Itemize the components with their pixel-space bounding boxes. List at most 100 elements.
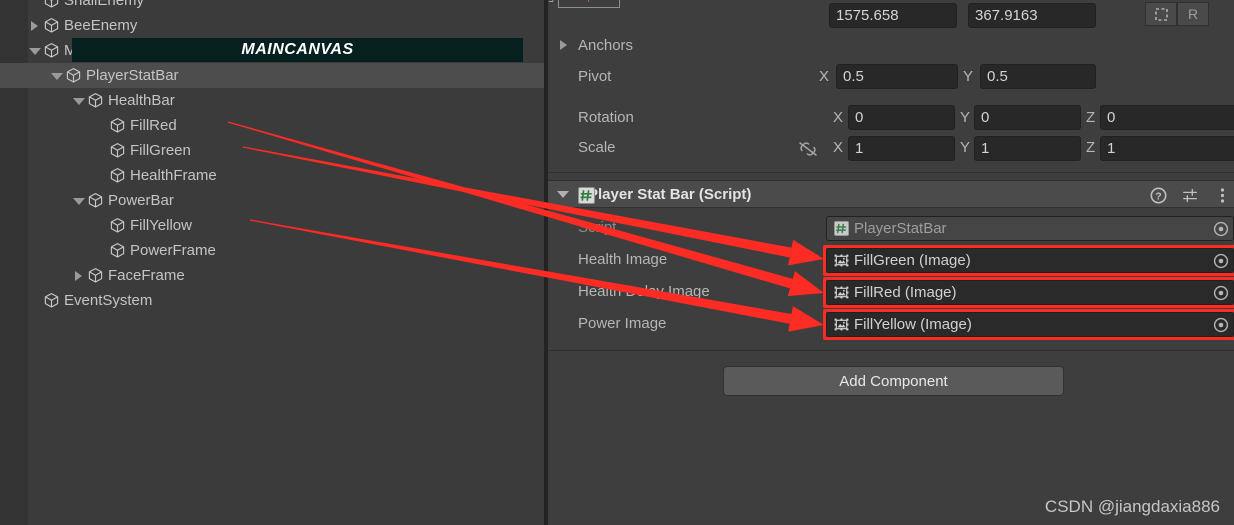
hierarchy-item-playerstatbar[interactable]: PlayerStatBar — [0, 63, 544, 88]
rect-width-field[interactable]: 1575.658 — [829, 3, 957, 28]
hierarchy-item-label: HealthBar — [108, 92, 175, 109]
anchors-foldout[interactable]: Anchors — [558, 36, 678, 58]
hierarchy-item-powerbar[interactable]: PowerBar — [0, 188, 544, 213]
pivot-x-axis-label: X — [819, 68, 830, 85]
gameobject-cube-icon — [44, 0, 59, 8]
field-label-script: Script — [578, 219, 617, 236]
hierarchy-item-fillred[interactable]: FillRed — [0, 113, 544, 138]
hierarchy-item-label: FillGreen — [130, 142, 191, 159]
rotation-x-value: 0 — [855, 109, 864, 126]
inspector-panel[interactable]: ⌟ 1575.658 367.9163 R Anchors Pivot X — [548, 0, 1234, 525]
field-value-text: FillRed (Image) — [854, 284, 957, 301]
hierarchy-item-fillyellow[interactable]: FillYellow — [0, 213, 544, 238]
anchors-label: Anchors — [578, 37, 634, 54]
image-component-icon — [834, 318, 849, 331]
gameobject-cube-icon — [44, 293, 59, 308]
chevron-down-icon[interactable] — [72, 94, 85, 107]
help-icon[interactable]: ? — [1150, 187, 1167, 204]
add-component-button[interactable]: Add Component — [723, 366, 1064, 396]
raw-edit-mode-toggle[interactable]: R — [1177, 2, 1209, 26]
field-value-text: FillGreen (Image) — [854, 252, 971, 269]
image-component-icon — [834, 286, 849, 299]
pivot-y-field[interactable]: 0.5 — [980, 64, 1096, 89]
field-value-text: FillYellow (Image) — [854, 316, 972, 333]
blueprint-mode-toggle[interactable] — [1145, 2, 1177, 26]
hierarchy-item-healthframe[interactable]: HealthFrame — [0, 163, 544, 188]
hierarchy-item-healthbar[interactable]: HealthBar — [0, 88, 544, 113]
component-header-player-stat-bar[interactable]: Player Stat Bar (Script) ? — [548, 180, 1234, 208]
field-label-power-image: Power Image — [578, 315, 667, 332]
component-title: Player Stat Bar (Script) — [588, 185, 752, 203]
anchor-preset-widget[interactable] — [558, 0, 620, 8]
scale-z-axis-label: Z — [1086, 139, 1096, 156]
maincanvas-annotation-banner: MAINCANVAS — [72, 38, 523, 62]
field-value-health-delay-image[interactable]: FillRed (Image) — [826, 280, 1234, 305]
chevron-right-icon — [560, 40, 567, 50]
preset-sliders-icon[interactable] — [1182, 187, 1199, 204]
maincanvas-annotation-label: MAINCANVAS — [241, 41, 354, 58]
field-label-health-delay-image: Health Delay Image — [578, 283, 710, 300]
gameobject-cube-icon — [110, 168, 125, 183]
scale-y-value: 1 — [981, 140, 990, 157]
chevron-right-icon[interactable] — [28, 19, 41, 32]
rotation-z-field[interactable]: 0 — [1100, 105, 1234, 130]
watermark-text: CSDN @jiangdaxia886 — [1044, 497, 1220, 516]
hierarchy-item-snailenemy[interactable]: SnailEnemy — [0, 0, 544, 13]
gameobject-cube-icon — [110, 243, 125, 258]
section-separator-bottom — [548, 350, 1234, 351]
scale-y-field[interactable]: 1 — [974, 136, 1081, 161]
field-value-text: PlayerStatBar — [854, 220, 947, 237]
object-picker-icon[interactable] — [1213, 221, 1229, 237]
image-component-icon — [834, 254, 849, 267]
pivot-x-value: 0.5 — [843, 68, 864, 85]
broken-link-icon[interactable] — [798, 141, 818, 157]
hierarchy-item-label: PlayerStatBar — [86, 67, 179, 84]
kebab-menu-icon[interactable] — [1214, 187, 1231, 204]
rect-height-field[interactable]: 367.9163 — [968, 3, 1096, 28]
rotation-y-field[interactable]: 0 — [974, 105, 1081, 130]
pivot-y-value: 0.5 — [987, 68, 1008, 85]
object-picker-icon[interactable] — [1213, 285, 1229, 301]
blueprint-mode-icon — [1154, 7, 1168, 21]
chevron-down-icon[interactable] — [50, 69, 63, 82]
anchor-preset-corner-icon: ⌟ — [548, 0, 555, 5]
rotation-y-value: 0 — [981, 109, 990, 126]
rotation-x-field[interactable]: 0 — [848, 105, 955, 130]
scale-y-axis-label: Y — [960, 139, 971, 156]
hierarchy-item-label: FillRed — [130, 117, 177, 134]
chevron-down-icon[interactable] — [556, 187, 570, 201]
scale-x-field[interactable]: 1 — [848, 136, 955, 161]
gameobject-cube-icon — [88, 268, 103, 283]
field-value-health-image[interactable]: FillGreen (Image) — [826, 248, 1234, 273]
chevron-right-icon[interactable] — [72, 269, 85, 282]
hierarchy-item-beeenemy[interactable]: BeeEnemy — [0, 13, 544, 38]
rotation-label: Rotation — [578, 109, 634, 126]
csharp-script-icon — [834, 221, 849, 236]
pivot-x-field[interactable]: 0.5 — [836, 64, 958, 89]
object-picker-icon[interactable] — [1213, 253, 1229, 269]
scale-z-value: 1 — [1107, 140, 1116, 157]
add-component-label: Add Component — [839, 372, 948, 390]
field-value-power-image[interactable]: FillYellow (Image) — [826, 312, 1234, 337]
unity-editor-screenshot: SnailEnemyBeeEnemyMainCanvasPlayerStatBa… — [0, 0, 1234, 525]
gameobject-cube-icon — [44, 43, 59, 58]
hierarchy-item-fillgreen[interactable]: FillGreen — [0, 138, 544, 163]
object-picker-icon[interactable] — [1213, 317, 1229, 333]
chevron-down-icon[interactable] — [28, 44, 41, 57]
hierarchy-item-powerframe[interactable]: PowerFrame — [0, 238, 544, 263]
scale-z-field[interactable]: 1 — [1100, 136, 1234, 161]
hierarchy-item-label: PowerBar — [108, 192, 174, 209]
hierarchy-item-label: BeeEnemy — [64, 17, 138, 34]
svg-text:?: ? — [1155, 191, 1161, 203]
rotation-y-axis-label: Y — [960, 109, 971, 126]
gameobject-cube-icon — [110, 218, 125, 233]
hierarchy-item-label: HealthFrame — [130, 167, 217, 184]
hierarchy-panel[interactable]: SnailEnemyBeeEnemyMainCanvasPlayerStatBa… — [0, 0, 544, 525]
hierarchy-item-faceframe[interactable]: FaceFrame — [0, 263, 544, 288]
chevron-down-icon[interactable] — [72, 194, 85, 207]
rotation-x-axis-label: X — [833, 109, 844, 126]
hierarchy-item-eventsystem[interactable]: EventSystem — [0, 288, 544, 313]
